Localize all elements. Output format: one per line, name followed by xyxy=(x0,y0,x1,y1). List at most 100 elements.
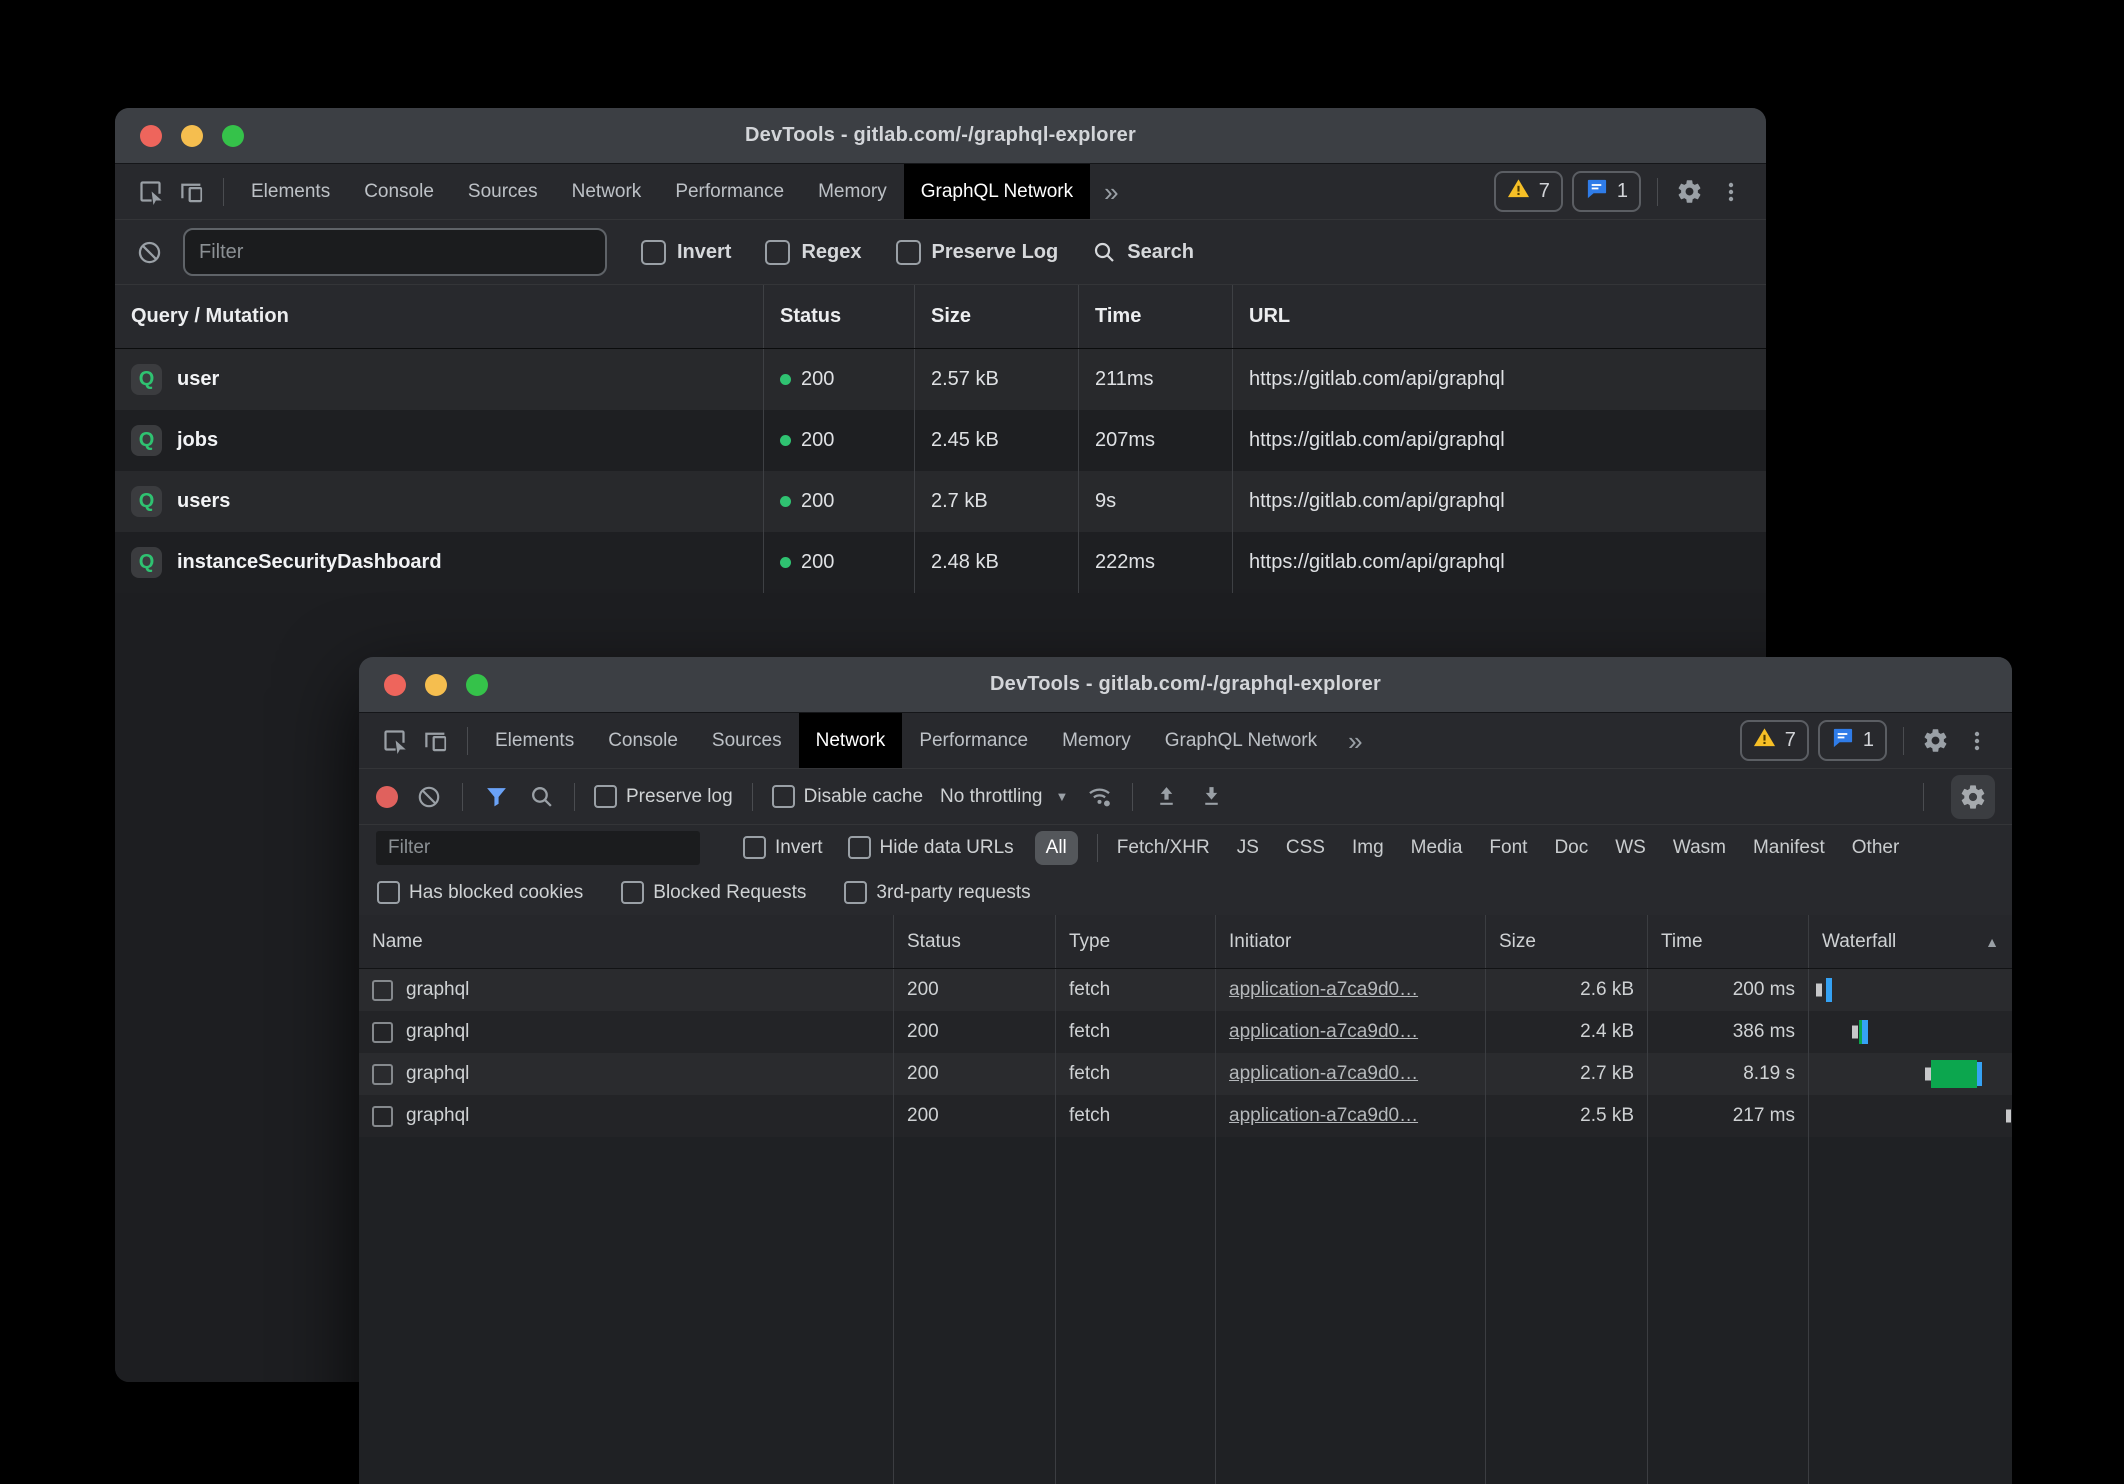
filter-funnel-icon[interactable] xyxy=(482,783,510,811)
waterfall-cell[interactable] xyxy=(1809,1053,2012,1095)
zoom-button[interactable] xyxy=(466,674,488,696)
table-row[interactable]: Quser 200 2.57 kB 211ms https://gitlab.c… xyxy=(115,349,1766,410)
messages-badge[interactable]: 1 xyxy=(1818,720,1887,761)
filter-input[interactable] xyxy=(183,228,607,276)
has-blocked-cookies-checkbox[interactable] xyxy=(377,881,400,904)
waterfall-cell[interactable] xyxy=(1809,1095,2012,1137)
tab-memory[interactable]: Memory xyxy=(1045,713,1148,768)
type-filter-all[interactable]: All xyxy=(1035,831,1078,865)
type-filter-ws[interactable]: WS xyxy=(1615,837,1646,859)
device-toolbar-icon[interactable] xyxy=(171,171,213,213)
search-icon[interactable] xyxy=(527,783,555,811)
clear-icon[interactable] xyxy=(415,783,443,811)
device-toolbar-icon[interactable] xyxy=(415,720,457,762)
blocked-requests-checkbox[interactable] xyxy=(621,881,644,904)
type-filter-wasm[interactable]: Wasm xyxy=(1673,837,1726,859)
inspect-element-icon[interactable] xyxy=(373,720,415,762)
invert-checkbox[interactable] xyxy=(743,836,766,859)
column-header-status[interactable]: Status xyxy=(764,285,915,348)
tab-elements[interactable]: Elements xyxy=(234,164,347,219)
tab-graphql-network[interactable]: GraphQL Network xyxy=(904,164,1090,219)
filter-input[interactable] xyxy=(376,831,700,865)
waterfall-cell[interactable] xyxy=(1809,969,2012,1011)
tab-graphql-network[interactable]: GraphQL Network xyxy=(1148,713,1334,768)
minimize-button[interactable] xyxy=(181,125,203,147)
type-filter-fetch-xhr[interactable]: Fetch/XHR xyxy=(1117,837,1210,859)
column-header-size[interactable]: Size xyxy=(1486,915,1648,968)
tab-sources[interactable]: Sources xyxy=(695,713,799,768)
column-header-type[interactable]: Type xyxy=(1056,915,1216,968)
tab-performance[interactable]: Performance xyxy=(902,713,1045,768)
column-header-time[interactable]: Time xyxy=(1079,285,1233,348)
tab-console[interactable]: Console xyxy=(591,713,695,768)
initiator-link[interactable]: application-a7ca9d0… xyxy=(1229,1105,1418,1127)
minimize-button[interactable] xyxy=(425,674,447,696)
waterfall-cell[interactable] xyxy=(1809,1011,2012,1053)
tab-sources[interactable]: Sources xyxy=(451,164,555,219)
warnings-badge[interactable]: 7 xyxy=(1740,720,1809,761)
table-row[interactable]: Qjobs 200 2.45 kB 207ms https://gitlab.c… xyxy=(115,410,1766,471)
export-har-icon[interactable] xyxy=(1197,783,1225,811)
more-tabs-icon[interactable]: » xyxy=(1090,179,1132,205)
column-header-status[interactable]: Status xyxy=(894,915,1056,968)
row-checkbox[interactable] xyxy=(372,1064,393,1085)
regex-checkbox[interactable] xyxy=(765,240,790,265)
throttling-dropdown[interactable]: No throttling ▼ xyxy=(940,786,1068,808)
tab-elements[interactable]: Elements xyxy=(478,713,591,768)
import-har-icon[interactable] xyxy=(1152,783,1180,811)
third-party-requests-checkbox[interactable] xyxy=(844,881,867,904)
row-checkbox[interactable] xyxy=(372,1106,393,1127)
kebab-menu-icon[interactable] xyxy=(1710,171,1752,213)
type-filter-css[interactable]: CSS xyxy=(1286,837,1325,859)
network-row[interactable]: graphql 200 fetch application-a7ca9d0… 2… xyxy=(359,1011,2012,1053)
preserve-log-checkbox[interactable] xyxy=(896,240,921,265)
column-header-initiator[interactable]: Initiator xyxy=(1216,915,1486,968)
row-checkbox[interactable] xyxy=(372,980,393,1001)
tab-memory[interactable]: Memory xyxy=(801,164,904,219)
initiator-link[interactable]: application-a7ca9d0… xyxy=(1229,979,1418,1001)
column-header-name[interactable]: Name xyxy=(359,915,894,968)
column-header-url[interactable]: URL xyxy=(1233,285,1766,348)
column-header-waterfall[interactable]: Waterfall ▲ xyxy=(1809,915,2012,968)
network-row[interactable]: graphql 200 fetch application-a7ca9d0… 2… xyxy=(359,1053,2012,1095)
disable-cache-checkbox[interactable] xyxy=(772,785,795,808)
initiator-link[interactable]: application-a7ca9d0… xyxy=(1229,1021,1418,1043)
type-filter-js[interactable]: JS xyxy=(1237,837,1259,859)
column-header-size[interactable]: Size xyxy=(915,285,1079,348)
type-filter-other[interactable]: Other xyxy=(1852,837,1900,859)
kebab-menu-icon[interactable] xyxy=(1956,720,1998,762)
type-filter-img[interactable]: Img xyxy=(1352,837,1384,859)
warnings-badge[interactable]: 7 xyxy=(1494,171,1563,212)
type-filter-manifest[interactable]: Manifest xyxy=(1753,837,1825,859)
settings-gear-icon[interactable] xyxy=(1914,720,1956,762)
table-row[interactable]: QinstanceSecurityDashboard 200 2.48 kB 2… xyxy=(115,532,1766,593)
preserve-log-checkbox[interactable] xyxy=(594,785,617,808)
column-header-query-mutation[interactable]: Query / Mutation xyxy=(115,285,764,348)
clear-icon[interactable] xyxy=(135,238,163,266)
network-row[interactable]: graphql 200 fetch application-a7ca9d0… 2… xyxy=(359,1095,2012,1137)
table-row[interactable]: Qusers 200 2.7 kB 9s https://gitlab.com/… xyxy=(115,471,1766,532)
column-header-time[interactable]: Time xyxy=(1648,915,1809,968)
invert-checkbox[interactable] xyxy=(641,240,666,265)
type-filter-font[interactable]: Font xyxy=(1489,837,1527,859)
tab-network[interactable]: Network xyxy=(799,713,903,768)
hide-data-urls-checkbox[interactable] xyxy=(848,836,871,859)
zoom-button[interactable] xyxy=(222,125,244,147)
settings-gear-icon[interactable] xyxy=(1668,171,1710,213)
network-settings-gear-icon[interactable] xyxy=(1951,775,1995,819)
type-filter-doc[interactable]: Doc xyxy=(1554,837,1588,859)
tab-performance[interactable]: Performance xyxy=(658,164,801,219)
messages-badge[interactable]: 1 xyxy=(1572,171,1641,212)
row-checkbox[interactable] xyxy=(372,1022,393,1043)
network-conditions-icon[interactable] xyxy=(1085,783,1113,811)
window-titlebar[interactable]: DevTools - gitlab.com/-/graphql-explorer xyxy=(359,657,2012,713)
network-row[interactable]: graphql 200 fetch application-a7ca9d0… 2… xyxy=(359,969,2012,1011)
inspect-element-icon[interactable] xyxy=(129,171,171,213)
tab-console[interactable]: Console xyxy=(347,164,451,219)
close-button[interactable] xyxy=(140,125,162,147)
more-tabs-icon[interactable]: » xyxy=(1334,728,1376,754)
search-control[interactable]: Search xyxy=(1092,240,1194,264)
close-button[interactable] xyxy=(384,674,406,696)
window-titlebar[interactable]: DevTools - gitlab.com/-/graphql-explorer xyxy=(115,108,1766,164)
tab-network[interactable]: Network xyxy=(555,164,659,219)
